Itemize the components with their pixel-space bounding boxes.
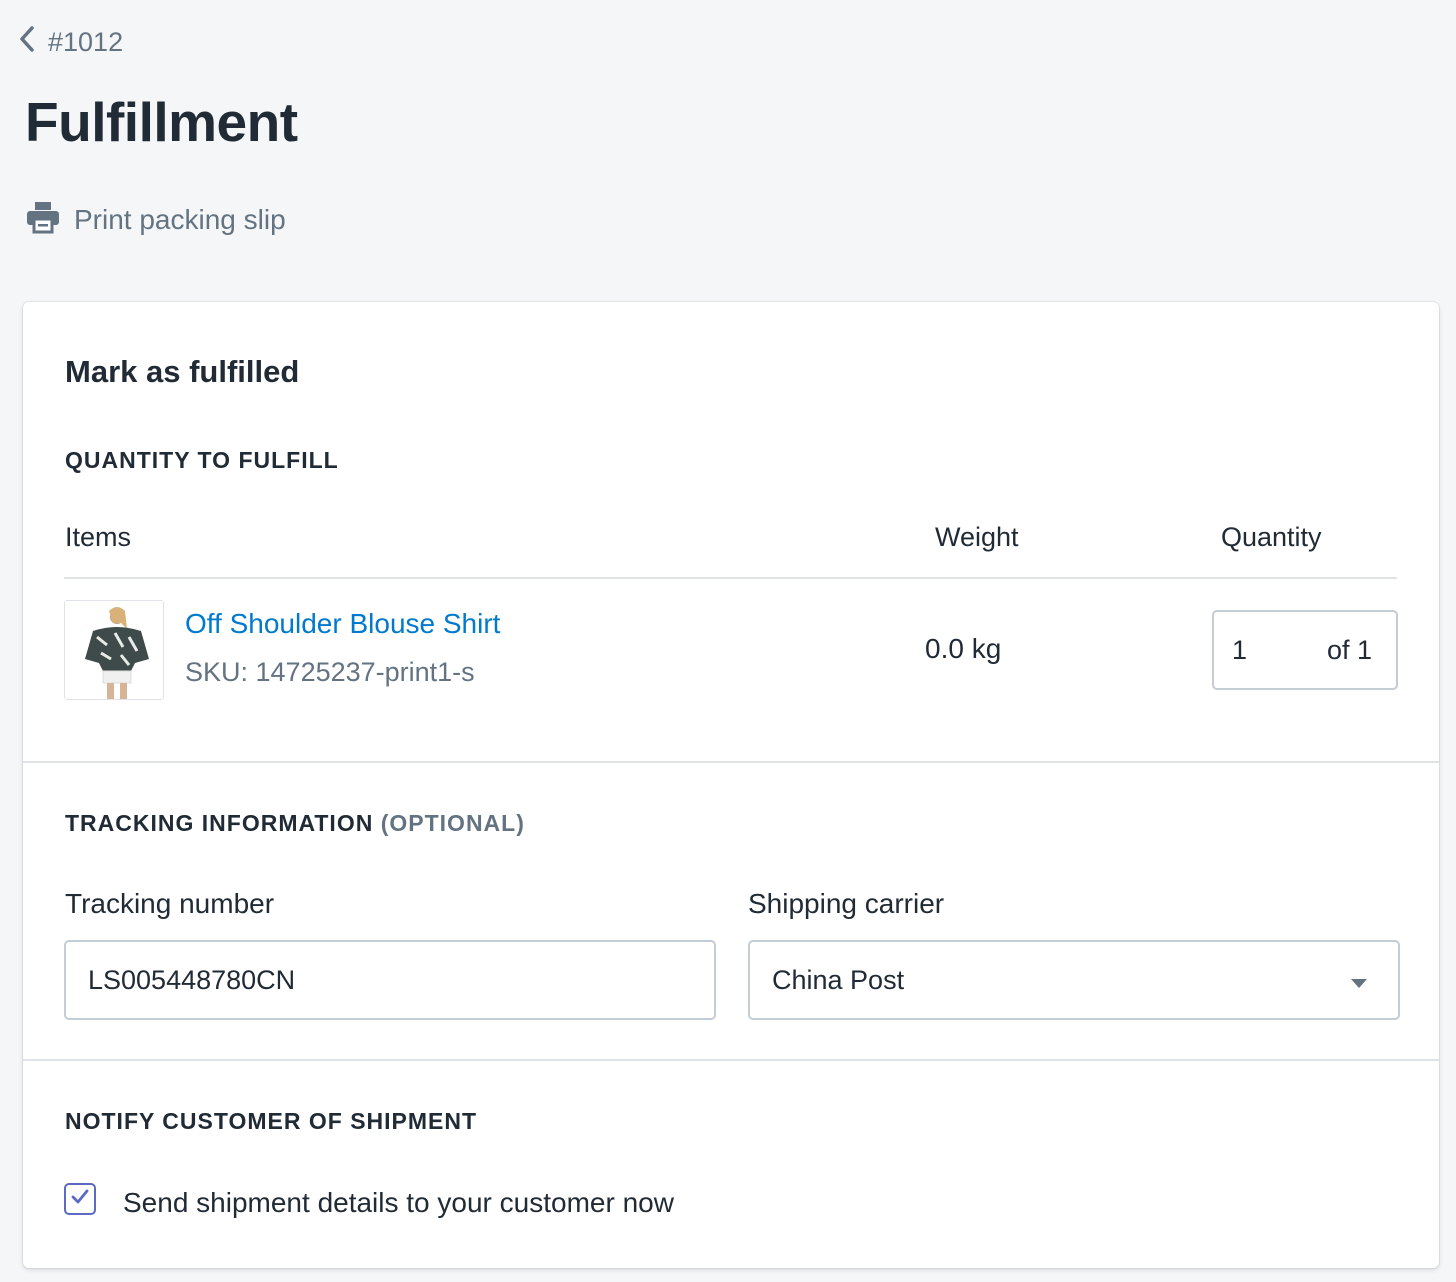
tracking-heading: TRACKING INFORMATION (OPTIONAL) (65, 810, 525, 837)
card-title: Mark as fulfilled (65, 354, 300, 389)
fulfillment-card: Mark as fulfilled QUANTITY TO FULFILL It… (23, 302, 1439, 1268)
caret-down-icon (1350, 965, 1368, 996)
product-thumbnail (64, 600, 164, 700)
checkmark-icon (69, 1186, 91, 1213)
breadcrumb[interactable]: #1012 (18, 24, 123, 60)
product-weight: 0.0 kg (925, 633, 1002, 664)
tracking-number-input[interactable] (64, 940, 716, 1020)
quantity-input[interactable] (1232, 634, 1292, 666)
breadcrumb-label: #1012 (48, 26, 124, 57)
tracking-section: TRACKING INFORMATION (OPTIONAL) Tracking… (23, 761, 1439, 1059)
notify-heading: NOTIFY CUSTOMER OF SHIPMENT (65, 1108, 478, 1134)
page-title: Fulfillment (25, 91, 298, 153)
notify-customer-label[interactable]: Send shipment details to your customer n… (123, 1187, 674, 1219)
shipping-carrier-select[interactable]: China Post (748, 940, 1400, 1020)
quantity-total: of 1 (1326, 634, 1372, 665)
product-sku: SKU: 14725237-print1-s (185, 657, 475, 687)
product-link[interactable]: Off Shoulder Blouse Shirt (185, 608, 500, 640)
shipping-carrier-value: China Post (772, 964, 905, 995)
notify-customer-checkbox[interactable] (64, 1183, 96, 1215)
notify-section: NOTIFY CUSTOMER OF SHIPMENT Send shipmen… (23, 1059, 1439, 1268)
chevron-left-icon (18, 25, 36, 60)
shipping-carrier-label: Shipping carrier (748, 888, 945, 919)
tracking-heading-main: TRACKING INFORMATION (65, 810, 374, 836)
print-label: Print packing slip (74, 204, 286, 235)
tracking-number-label: Tracking number (65, 888, 275, 919)
column-header-quantity: Quantity (1221, 522, 1322, 552)
printer-icon (26, 200, 60, 241)
quantity-heading: QUANTITY TO FULFILL (65, 447, 339, 473)
tracking-heading-optional: (OPTIONAL) (380, 810, 525, 836)
quantity-input-wrapper: of 1 (1212, 610, 1398, 690)
quantity-section: Mark as fulfilled QUANTITY TO FULFILL It… (23, 302, 1439, 761)
column-header-items: Items (65, 522, 132, 552)
column-header-weight: Weight (935, 522, 1019, 552)
header-divider (64, 577, 1397, 579)
print-packing-slip-button[interactable]: Print packing slip (26, 200, 286, 240)
